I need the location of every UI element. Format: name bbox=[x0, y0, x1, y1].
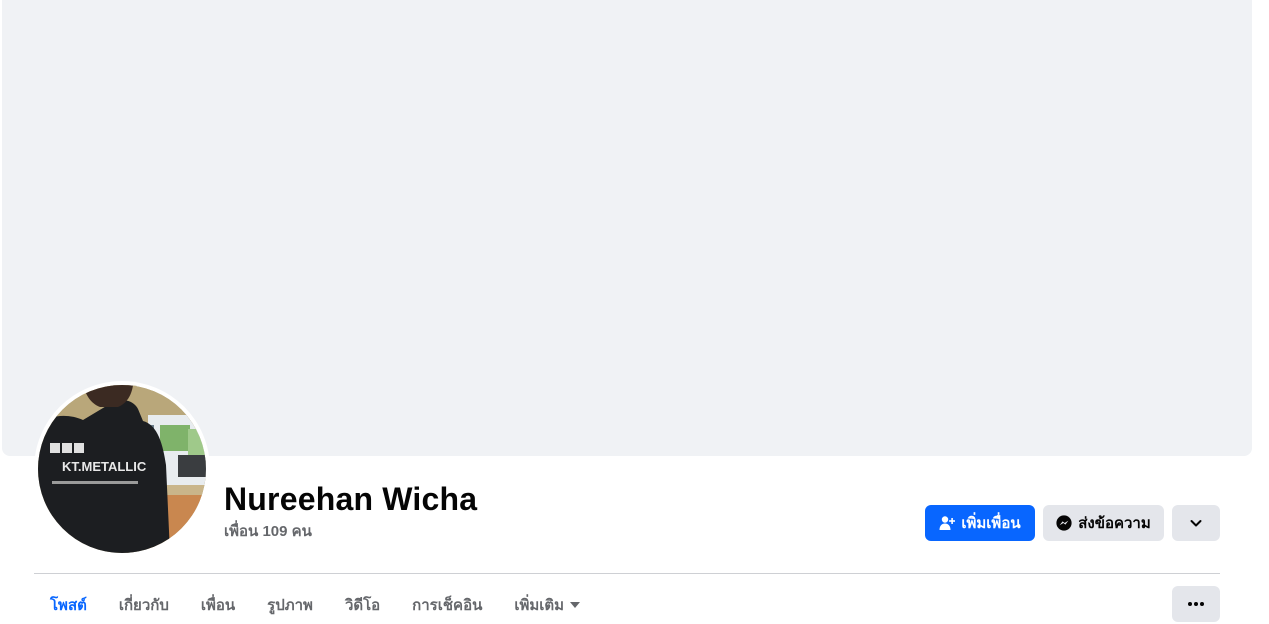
header-divider bbox=[34, 573, 1220, 574]
add-friend-button[interactable]: เพิ่มเพื่อน bbox=[925, 505, 1035, 541]
ellipsis-icon bbox=[1188, 602, 1204, 606]
messenger-icon bbox=[1056, 515, 1072, 531]
tab-label: เกี่ยวกับ bbox=[118, 597, 169, 614]
tab-label: เพื่อน bbox=[200, 597, 236, 614]
tab-check-ins[interactable]: การเช็คอิน bbox=[396, 586, 498, 624]
person-plus-icon bbox=[939, 515, 956, 531]
tab-more[interactable]: เพิ่มเติม bbox=[498, 586, 596, 624]
tab-friends[interactable]: เพื่อน bbox=[185, 586, 251, 624]
tabs-more-button[interactable] bbox=[1172, 586, 1220, 622]
tab-about[interactable]: เกี่ยวกับ bbox=[103, 586, 185, 624]
more-options-button[interactable] bbox=[1172, 505, 1220, 541]
svg-text:KT.METALLIC: KT.METALLIC bbox=[62, 459, 147, 474]
tab-label: การเช็คอิน bbox=[412, 597, 483, 614]
cover-photo[interactable] bbox=[2, 0, 1252, 456]
tab-posts[interactable]: โพสต์ bbox=[34, 586, 103, 624]
message-label: ส่งข้อความ bbox=[1078, 515, 1151, 532]
tab-label: โพสต์ bbox=[50, 597, 87, 614]
profile-avatar[interactable]: KT.METALLIC bbox=[38, 385, 206, 553]
chevron-down-icon bbox=[1188, 515, 1204, 531]
tab-photos[interactable]: รูปภาพ bbox=[251, 586, 329, 624]
add-friend-label: เพิ่มเพื่อน bbox=[961, 515, 1021, 532]
message-button[interactable]: ส่งข้อความ bbox=[1043, 505, 1164, 541]
tab-label: วิดีโอ bbox=[344, 597, 381, 614]
caret-down-icon bbox=[570, 602, 581, 608]
tab-videos[interactable]: วิดีโอ bbox=[329, 586, 396, 624]
profile-tabs: โพสต์ เกี่ยวกับ เพื่อน รูปภาพ วิดีโอ การ… bbox=[34, 586, 596, 624]
tab-label: เพิ่มเติม bbox=[514, 597, 565, 614]
friends-count[interactable]: เพื่อน 109 คน bbox=[224, 522, 312, 542]
profile-name: Nureehan Wicha bbox=[224, 481, 478, 517]
tab-label: รูปภาพ bbox=[267, 597, 313, 614]
